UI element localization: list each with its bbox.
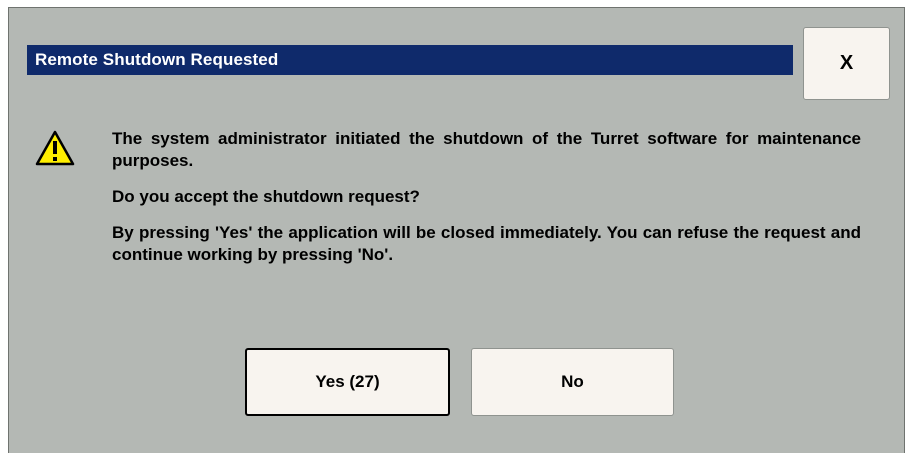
- title-bar: Remote Shutdown Requested: [27, 45, 793, 75]
- warning-triangle-icon: [35, 130, 75, 166]
- message-paragraph-1: The system administrator initiated the s…: [112, 129, 861, 170]
- no-button[interactable]: No: [471, 348, 674, 416]
- yes-button[interactable]: Yes (27): [245, 348, 450, 416]
- close-button[interactable]: X: [803, 27, 890, 100]
- shutdown-dialog: Remote Shutdown Requested X The system a…: [8, 7, 905, 453]
- dialog-message: The system administrator initiated the s…: [112, 128, 861, 266]
- dialog-title: Remote Shutdown Requested: [35, 50, 279, 69]
- message-paragraph-3: By pressing 'Yes' the application will b…: [112, 223, 861, 264]
- message-paragraph-2: Do you accept the shutdown request?: [112, 187, 420, 206]
